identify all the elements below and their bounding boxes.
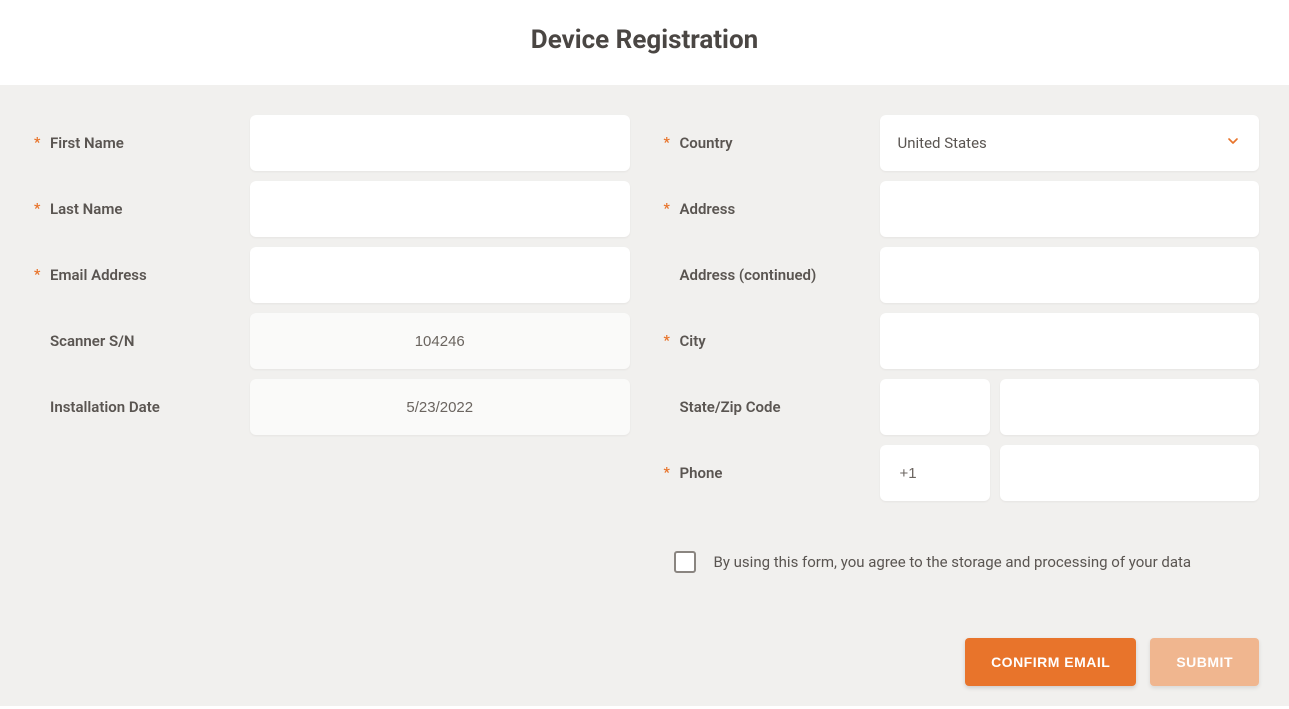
scanner-sn-label: Scanner S/N [50,332,134,350]
last-name-row: * Last Name [30,181,630,237]
last-name-input[interactable] [250,181,630,237]
submit-button[interactable]: SUBMIT [1150,638,1259,686]
first-name-input[interactable] [250,115,630,171]
required-marker: * [664,333,674,349]
phone-label: Phone [680,464,723,482]
email-label: Email Address [50,266,147,284]
form-area: * First Name * Last Name * [0,85,1289,706]
chevron-down-icon [1225,133,1241,153]
required-marker: * [34,135,44,151]
last-name-label: Last Name [50,200,122,218]
install-date-label: Installation Date [50,398,160,416]
city-row: * City [660,313,1260,369]
email-row: * Email Address [30,247,630,303]
page-header: Device Registration [0,0,1289,85]
email-input[interactable] [250,247,630,303]
address-input[interactable] [880,181,1260,237]
first-name-label: First Name [50,134,124,152]
phone-row: * Phone [660,445,1260,501]
page-title: Device Registration [0,25,1289,55]
state-input[interactable] [880,379,990,435]
right-column: * Country United States [660,115,1260,686]
install-date-input [250,379,630,435]
address2-row: Address (continued) [660,247,1260,303]
form-grid: * First Name * Last Name * [30,115,1259,686]
country-row: * Country United States [660,115,1260,171]
country-label: Country [680,134,733,152]
required-marker: * [34,267,44,283]
phone-input[interactable] [1000,445,1260,501]
city-label: City [680,332,706,350]
install-date-row: Installation Date [30,379,630,435]
consent-text: By using this form, you agree to the sto… [714,553,1192,571]
address2-label: Address (continued) [680,266,817,284]
state-zip-row: State/Zip Code [660,379,1260,435]
scanner-sn-row: Scanner S/N [30,313,630,369]
address-row: * Address [660,181,1260,237]
left-column: * First Name * Last Name * [30,115,630,686]
zip-input[interactable] [1000,379,1260,435]
phone-prefix-input [880,445,990,501]
required-marker: * [34,201,44,217]
scanner-sn-input [250,313,630,369]
required-marker: * [664,465,674,481]
first-name-row: * First Name [30,115,630,171]
consent-row: By using this form, you agree to the sto… [660,551,1260,573]
required-marker: * [664,135,674,151]
address-label: Address [680,200,736,218]
country-select[interactable]: United States [880,115,1260,171]
consent-checkbox[interactable] [674,551,696,573]
country-value: United States [898,134,987,152]
required-marker: * [664,201,674,217]
city-input[interactable] [880,313,1260,369]
address2-input[interactable] [880,247,1260,303]
state-zip-label: State/Zip Code [680,398,781,416]
button-row: CONFIRM EMAIL SUBMIT [660,638,1260,686]
confirm-email-button[interactable]: CONFIRM EMAIL [965,638,1136,686]
